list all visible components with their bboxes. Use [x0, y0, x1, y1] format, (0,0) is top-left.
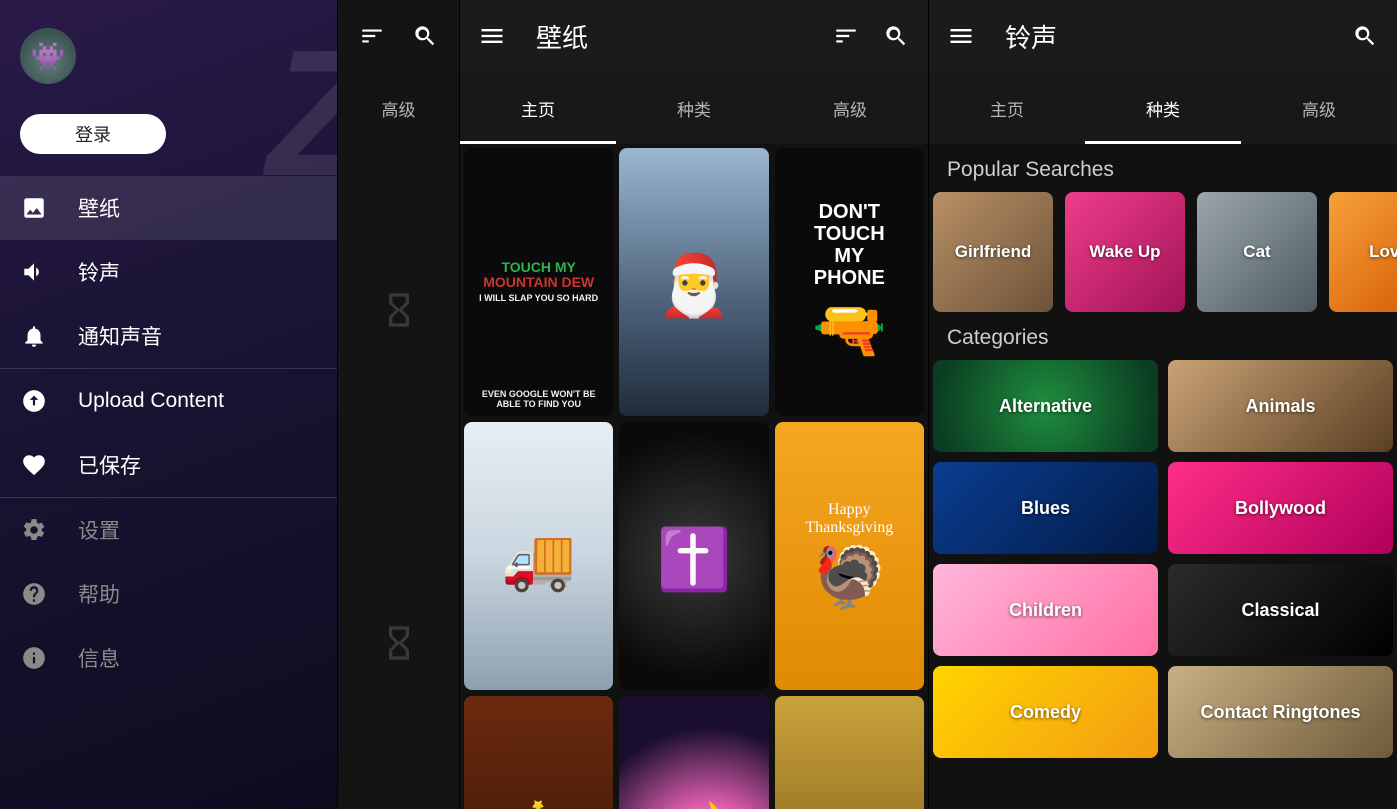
drawer-item-help[interactable]: 帮助 [0, 562, 337, 626]
wallpaper-tab-1[interactable]: 种类 [616, 72, 772, 144]
wallpaper-tab-2[interactable]: 高级 [772, 72, 928, 144]
upload-icon [20, 388, 48, 414]
drawer-item-label: 设置 [78, 515, 120, 545]
sort-icon[interactable] [352, 16, 392, 56]
drawer-header: Z 👾 登录 [0, 0, 337, 176]
drawer-item-label: 通知声音 [78, 321, 162, 351]
tile-crown-thorns[interactable]: ✝️ [619, 422, 768, 690]
search-icon[interactable] [1345, 16, 1385, 56]
wallpaper-panel: 壁纸 主页种类高级 TOUCH MYMOUNTAIN DEWI WILL SLA… [459, 0, 928, 809]
categories-title: Categories [929, 312, 1397, 360]
loading-cell-2 [379, 477, 419, 809]
drawer-item-label: 已保存 [78, 450, 141, 480]
hourglass-icon [379, 285, 419, 335]
category-card-2[interactable]: Blues [933, 462, 1158, 554]
ringtone-appbar: 铃声 [929, 0, 1397, 72]
tile-merry-xmas[interactable]: MERRY CHRISTMAS [775, 696, 924, 809]
ringtone-tab-0[interactable]: 主页 [929, 72, 1085, 144]
loading-cell-1 [379, 144, 419, 477]
wallpaper-title: 壁纸 [536, 18, 816, 55]
category-card-0[interactable]: Alternative [933, 360, 1158, 452]
hourglass-icon [379, 618, 419, 668]
tile-red-truck[interactable]: 🚚 [464, 422, 613, 690]
drawer-item-label: 信息 [78, 643, 120, 673]
drawer-item-image[interactable]: 壁纸 [0, 176, 337, 240]
menu-icon[interactable] [941, 16, 981, 56]
volume-icon [20, 259, 48, 285]
category-card-6[interactable]: Comedy [933, 666, 1158, 758]
search-icon[interactable] [876, 16, 916, 56]
wallpaper-tab-0[interactable]: 主页 [460, 72, 616, 144]
category-card-7[interactable]: Contact Ringtones [1168, 666, 1393, 758]
wallpaper-appbar: 壁纸 [460, 0, 928, 72]
ringtone-title: 铃声 [1005, 18, 1335, 55]
info-icon [20, 645, 48, 671]
category-card-4[interactable]: Children [933, 564, 1158, 656]
ringtone-panel: 铃声 主页种类高级 Popular Searches GirlfriendWak… [928, 0, 1397, 809]
tile-thanksgiving[interactable]: Happy Thanksgiving🦃 [775, 422, 924, 690]
image-icon [20, 195, 48, 221]
gear-icon [20, 517, 48, 543]
tile-dont-touch[interactable]: DON'T TOUCH MY PHONE🔫 [775, 148, 924, 416]
popular-search-1[interactable]: Wake Up [1065, 192, 1185, 312]
drawer-item-label: Upload Content [78, 389, 224, 413]
category-card-3[interactable]: Bollywood [1168, 462, 1393, 554]
category-card-5[interactable]: Classical [1168, 564, 1393, 656]
menu-icon[interactable] [472, 16, 512, 56]
drawer-item-upload[interactable]: Upload Content [0, 369, 337, 433]
ringtone-tab-2[interactable]: 高级 [1241, 72, 1397, 144]
drawer-item-heart[interactable]: 已保存 [0, 433, 337, 497]
heart-icon [20, 452, 48, 478]
popular-search-3[interactable]: Love [1329, 192, 1397, 312]
tile-moon[interactable]: 🌙 [619, 696, 768, 809]
drawer-item-bell[interactable]: 通知声音 [0, 304, 337, 368]
drawer-item-label: 壁纸 [78, 193, 120, 223]
drawer-item-label: 帮助 [78, 579, 120, 609]
tile-xmas-window[interactable]: 🎄 [464, 696, 613, 809]
avatar[interactable]: 👾 [20, 28, 76, 84]
popular-search-2[interactable]: Cat [1197, 192, 1317, 312]
drawer-item-label: 铃声 [78, 257, 120, 287]
sort-icon[interactable] [826, 16, 866, 56]
nav-drawer: Z 👾 登录 壁纸铃声通知声音 Upload Content 已保存设置帮助信息 [0, 0, 337, 809]
background-strip: 高级 [337, 0, 459, 809]
bell-icon [20, 323, 48, 349]
popular-search-0[interactable]: Girlfriend [933, 192, 1053, 312]
ringtone-tab-1[interactable]: 种类 [1085, 72, 1241, 144]
drawer-item-info[interactable]: 信息 [0, 626, 337, 690]
drawer-item-gear[interactable]: 设置 [0, 498, 337, 562]
drawer-item-volume[interactable]: 铃声 [0, 240, 337, 304]
popular-searches-title: Popular Searches [929, 144, 1397, 192]
login-button[interactable]: 登录 [20, 114, 166, 154]
strip-tab-premium[interactable]: 高级 [338, 72, 459, 144]
category-card-1[interactable]: Animals [1168, 360, 1393, 452]
tile-santa-yoda[interactable]: 🎅 [619, 148, 768, 416]
tile-mountain-dew[interactable]: TOUCH MYMOUNTAIN DEWI WILL SLAP YOU SO H… [464, 148, 613, 416]
help-icon [20, 581, 48, 607]
search-icon[interactable] [405, 16, 445, 56]
